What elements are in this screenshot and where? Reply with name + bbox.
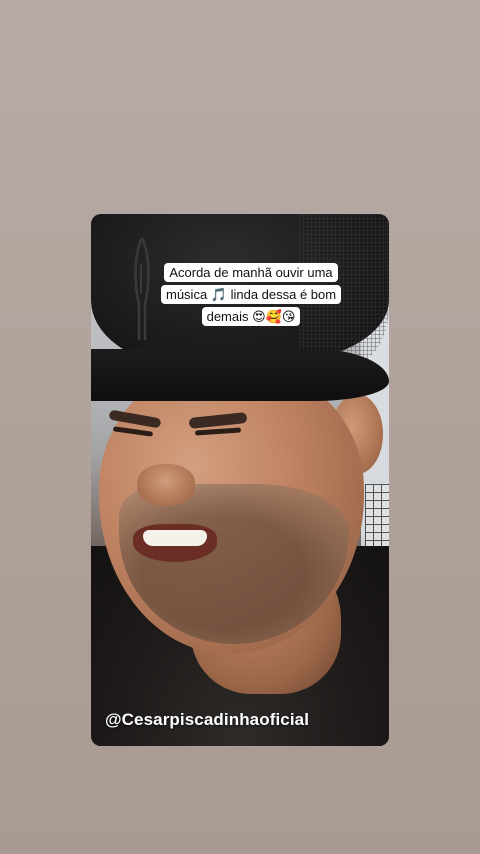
caption-text: Acorda de manhã ouvir uma música 🎵 linda… <box>161 263 342 326</box>
cap-brim <box>91 349 389 401</box>
nose <box>137 464 195 506</box>
story-caption[interactable]: Acorda de manhã ouvir uma música 🎵 linda… <box>161 262 342 328</box>
story-video-frame[interactable]: Acorda de manhã ouvir uma música 🎵 linda… <box>91 214 389 746</box>
cap-logo-icon <box>134 237 150 340</box>
teeth <box>143 530 207 546</box>
creator-handle[interactable]: @Cesarpiscadinhaoficial <box>105 710 309 730</box>
